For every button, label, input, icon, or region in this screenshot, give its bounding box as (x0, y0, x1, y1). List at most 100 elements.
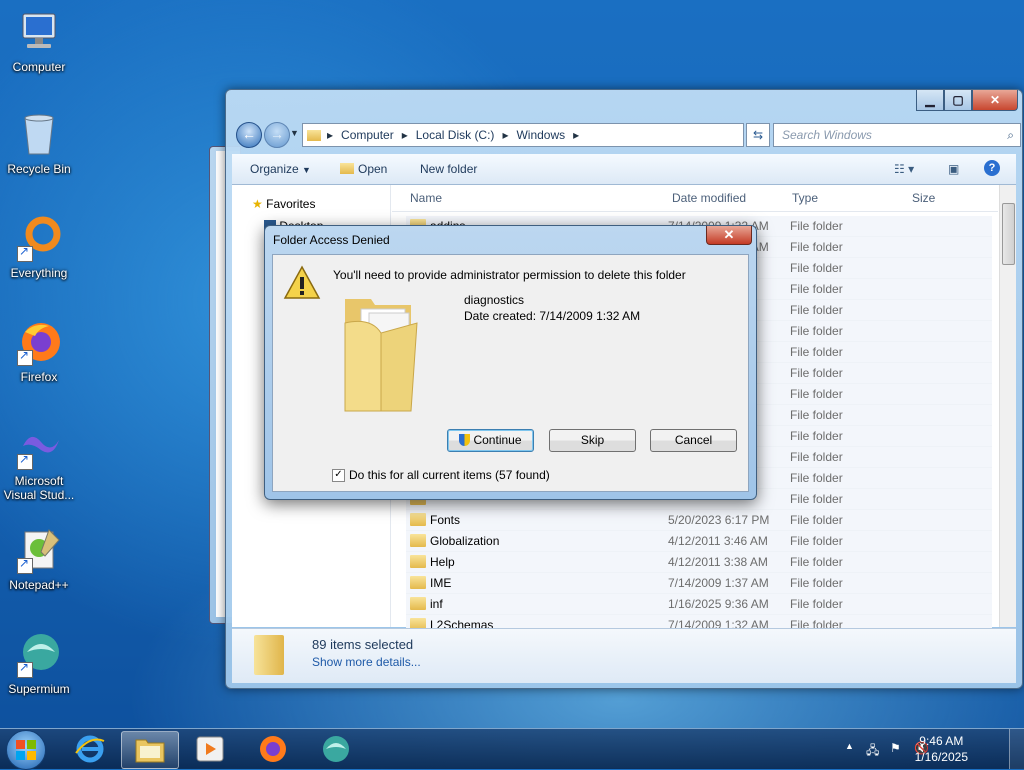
nav-favorites-label: Favorites (266, 197, 316, 211)
minimize-button[interactable]: ▁ (916, 90, 944, 111)
new-folder-button[interactable]: New folder (420, 162, 477, 176)
search-icon: ⌕ (1007, 128, 1014, 142)
row-type: File folder (790, 303, 843, 317)
scrollbar-thumb[interactable] (1002, 203, 1015, 265)
cancel-button[interactable]: Cancel (650, 429, 737, 452)
address-bar[interactable]: ▸ Computer ▸ Local Disk (C:) ▸ Windows ▸… (302, 123, 813, 147)
checkbox-checked-icon: ✓ (332, 468, 345, 482)
desktop-icon-notepadpp[interactable]: Notepad++ (0, 526, 78, 592)
taskbar-supermium[interactable] (308, 731, 364, 767)
chevron-down-icon: ▼ (302, 165, 311, 175)
row-type: File folder (790, 219, 843, 233)
column-date-modified[interactable]: Date modified (672, 191, 746, 205)
refresh-button[interactable]: ⇆ (746, 123, 770, 147)
open-label: Open (358, 162, 388, 176)
desktop-icon-label: Computer (12, 60, 66, 74)
back-button[interactable]: ← (236, 122, 262, 148)
desktop-icon-label: Notepad++ (9, 578, 69, 592)
vertical-scrollbar[interactable] (999, 185, 1016, 627)
row-name: Help (430, 555, 455, 569)
row-date: 4/12/2011 3:46 AM (668, 534, 768, 548)
row-name: Fonts (430, 513, 461, 527)
desktop-icon-label: Firefox (20, 370, 58, 384)
show-desktop-button[interactable] (1009, 729, 1024, 769)
table-row[interactable]: IME 7/14/2009 1:37 AM File folder (406, 573, 992, 594)
help-icon[interactable]: ? (984, 160, 1000, 176)
desktop-icon-visual-studio[interactable]: Microsoft Visual Stud... (0, 422, 78, 502)
shortcut-arrow-icon (17, 452, 33, 470)
folder-icon (410, 513, 426, 526)
address-row: ← → ▼ ▸ Computer ▸ Local Disk (C:) ▸ Win… (232, 120, 1021, 148)
continue-button[interactable]: Continue (447, 429, 534, 452)
window-controls: ▁ ▢ ✕ (916, 90, 1018, 111)
row-name: IME (430, 576, 452, 590)
firefox-icon (260, 736, 286, 762)
desktop-icon-everything[interactable]: Everything (0, 214, 78, 280)
shortcut-arrow-icon (17, 556, 33, 574)
folder-icon (307, 129, 321, 141)
uac-shield-icon (459, 434, 471, 446)
star-icon: ★ (252, 197, 263, 211)
shortcut-arrow-icon (17, 244, 33, 262)
row-type: File folder (790, 513, 843, 527)
item-date-created: Date created: 7/14/2009 1:32 AM (464, 309, 641, 323)
system-clock[interactable]: 9:46 AM 1/16/2025 (915, 733, 968, 765)
column-headers: Name Date modified Type Size (392, 185, 998, 212)
warning-icon (283, 265, 321, 299)
desktop-icon-supermium[interactable]: Supermium (0, 630, 78, 696)
row-date: 5/20/2023 6:17 PM (668, 513, 770, 527)
visual-studio-icon (15, 422, 63, 470)
recent-pages-dropdown-icon[interactable]: ▼ (290, 128, 299, 138)
table-row[interactable]: Fonts 5/20/2023 6:17 PM File folder (406, 510, 992, 531)
close-button[interactable]: ✕ (972, 90, 1018, 111)
selection-folder-icon (254, 635, 284, 675)
dialog-title: Folder Access Denied (273, 233, 390, 247)
supermium-icon (15, 630, 63, 678)
computer-icon (15, 8, 63, 56)
taskbar-explorer[interactable] (121, 731, 179, 769)
desktop-icon-recycle-bin[interactable]: Recycle Bin (0, 110, 78, 176)
breadcrumb-local-disk[interactable]: Local Disk (C:) (416, 128, 495, 142)
skip-button[interactable]: Skip (549, 429, 636, 452)
breadcrumb-computer[interactable]: Computer (341, 128, 394, 142)
organize-label: Organize (250, 162, 299, 176)
desktop-icon-computer[interactable]: Computer (0, 8, 78, 74)
row-type: File folder (790, 576, 843, 590)
taskbar-firefox[interactable] (245, 731, 301, 767)
dialog-close-button[interactable]: ✕ (706, 226, 752, 245)
action-center-flag-icon[interactable]: ⚑ (890, 741, 901, 755)
preview-pane-icon[interactable]: ▣ (948, 162, 959, 176)
taskbar-ie[interactable] (62, 731, 118, 767)
organize-button[interactable]: Organize ▼ (250, 162, 311, 176)
row-type: File folder (790, 555, 843, 569)
column-type[interactable]: Type (792, 191, 818, 205)
network-icon[interactable]: 🖧 (866, 741, 879, 762)
search-input[interactable]: Search Windows ⌕ (773, 123, 1021, 147)
column-size[interactable]: Size (912, 191, 935, 205)
table-row[interactable]: inf 1/16/2025 9:36 AM File folder (406, 594, 992, 615)
desktop-icon-firefox[interactable]: Firefox (0, 318, 78, 384)
breadcrumb-windows[interactable]: Windows (516, 128, 565, 142)
maximize-button[interactable]: ▢ (944, 90, 972, 111)
row-date: 4/12/2011 3:38 AM (668, 555, 768, 569)
column-name[interactable]: Name (410, 191, 442, 205)
details-pane: 89 items selected Show more details... (232, 628, 1016, 683)
taskbar: ▲ 🖧 ⚑ 🔇 9:46 AM 1/16/2025 (0, 728, 1024, 770)
row-type: File folder (790, 492, 843, 506)
media-player-icon (196, 736, 224, 762)
forward-button[interactable]: → (264, 122, 290, 148)
row-type: File folder (790, 261, 843, 275)
start-button[interactable] (6, 730, 46, 770)
folder-access-denied-dialog: Folder Access Denied ✕ You'll need to pr… (264, 225, 757, 500)
table-row[interactable]: Help 4/12/2011 3:38 AM File folder (406, 552, 992, 573)
command-bar: Organize ▼ Open New folder ☷ ▾ ▣ ? (232, 154, 1016, 185)
nav-favorites[interactable]: ★ Favorites (252, 197, 315, 211)
apply-to-all-checkbox[interactable]: ✓ Do this for all current items (57 foun… (332, 468, 550, 482)
show-more-details-link[interactable]: Show more details... (312, 655, 421, 669)
open-button[interactable]: Open (340, 162, 387, 176)
view-options-icon[interactable]: ☷ ▾ (894, 162, 914, 176)
row-type: File folder (790, 345, 843, 359)
show-hidden-icons-button[interactable]: ▲ (845, 741, 854, 751)
taskbar-media-player[interactable] (182, 731, 238, 767)
table-row[interactable]: Globalization 4/12/2011 3:46 AM File folde… (406, 531, 992, 552)
